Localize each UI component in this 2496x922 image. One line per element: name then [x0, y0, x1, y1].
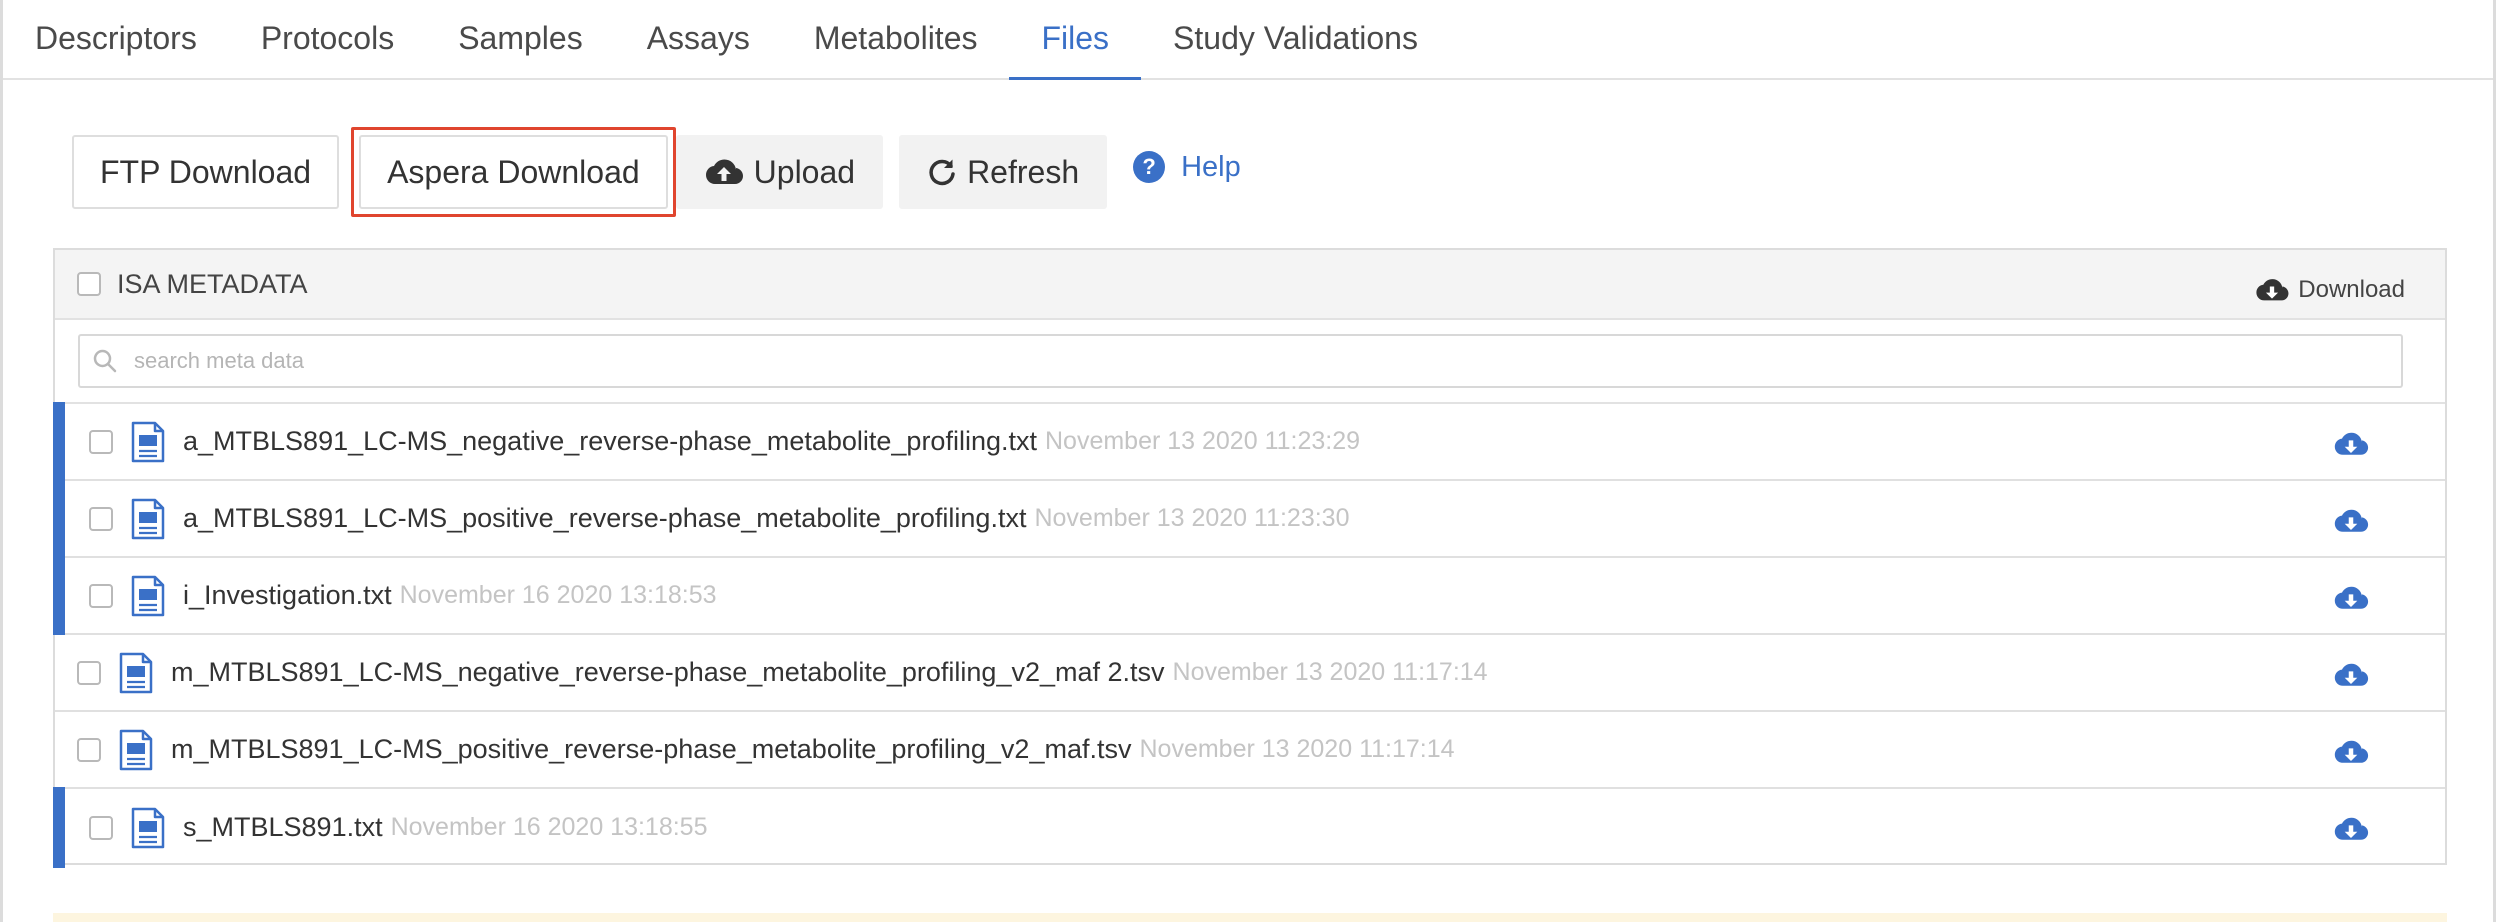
file-date: November 13 2020 11:17:14: [1139, 735, 1455, 763]
tab-samples[interactable]: Samples: [426, 0, 615, 78]
file-checkbox[interactable]: [89, 815, 113, 840]
search-meta-data-input[interactable]: [132, 347, 2211, 375]
file-date: November 13 2020 11:23:29: [1044, 427, 1361, 455]
file-date: November 16 2020 13:18:55: [390, 813, 708, 841]
upload-label: Upload: [753, 153, 856, 190]
search-row: [55, 320, 2445, 404]
file-name[interactable]: m_MTBLS891_LC-MS_negative_reverse-phase_…: [171, 657, 1165, 688]
cloud-upload-icon: [704, 157, 744, 187]
tab-assays[interactable]: Assays: [615, 0, 782, 78]
document-icon: [131, 807, 165, 849]
file-row[interactable]: m_MTBLS891_LC-MS_negative_reverse-phase_…: [55, 635, 2445, 712]
tab-metabolites[interactable]: Metabolites: [782, 0, 1010, 78]
cloud-download-icon: [2256, 279, 2289, 301]
ftp-download-button[interactable]: FTP Download: [72, 135, 340, 209]
notice-bar: [53, 913, 2447, 922]
file-name[interactable]: s_MTBLS891.txt: [183, 812, 383, 843]
download-all-label: Download: [2298, 276, 2405, 303]
tab-protocols[interactable]: Protocols: [229, 0, 426, 78]
isa-metadata-panel: ISA METADATA Download search meta data a…: [53, 248, 2447, 868]
aspera-download-button[interactable]: Aspera Download: [359, 135, 668, 209]
file-date: November 13 2020 11:17:14: [1172, 658, 1488, 686]
document-icon: [131, 575, 165, 617]
aspera-download-label: Aspera Download: [387, 153, 640, 190]
document-icon: [131, 498, 165, 540]
help-icon: ?: [1133, 151, 1166, 183]
ftp-download-label: FTP Download: [100, 153, 312, 190]
file-row[interactable]: a_MTBLS891_LC-MS_positive_reverse-phase_…: [53, 479, 2445, 558]
tab-label: Metabolites: [813, 19, 978, 56]
study-tabs: Descriptors Protocols Samples Assays Met…: [3, 0, 2493, 80]
tab-label: Study Validations: [1173, 19, 1418, 56]
refresh-icon: [927, 157, 957, 187]
file-checkbox[interactable]: [89, 583, 113, 608]
file-name[interactable]: i_Investigation.txt: [183, 580, 392, 611]
file-checkbox[interactable]: [77, 660, 101, 685]
cloud-download-icon[interactable]: [2333, 584, 2369, 617]
tab-study-validations[interactable]: Study Validations: [1141, 0, 1450, 78]
tab-label: Files: [1041, 19, 1110, 56]
cloud-download-icon[interactable]: [2333, 507, 2369, 540]
cloud-download-icon[interactable]: [2333, 661, 2369, 694]
file-checkbox[interactable]: [89, 429, 113, 454]
file-row[interactable]: i_Investigation.txt November 16 2020 13:…: [53, 556, 2445, 635]
file-checkbox[interactable]: [77, 737, 101, 762]
help-label: Help: [1181, 150, 1241, 183]
file-name[interactable]: a_MTBLS891_LC-MS_positive_reverse-phase_…: [183, 503, 1026, 534]
document-icon: [119, 729, 153, 771]
cloud-download-icon[interactable]: [2333, 430, 2369, 463]
file-date: November 13 2020 11:23:30: [1034, 504, 1350, 532]
panel-header: ISA METADATA Download: [55, 250, 2445, 320]
download-all-button[interactable]: Download: [2254, 276, 2405, 304]
select-all-checkbox[interactable]: [77, 272, 101, 296]
tab-label: Samples: [458, 19, 583, 56]
tab-label: Descriptors: [35, 19, 197, 56]
files-toolbar: FTP Download Aspera Download Upload Refr…: [72, 127, 1241, 217]
search-box: [78, 334, 2403, 388]
refresh-button[interactable]: Refresh: [899, 135, 1108, 209]
file-row[interactable]: a_MTBLS891_LC-MS_negative_reverse-phase_…: [53, 402, 2445, 481]
tab-files[interactable]: Files: [1009, 0, 1141, 80]
file-date: November 16 2020 13:18:53: [399, 581, 717, 609]
tab-label: Protocols: [260, 19, 395, 56]
file-name[interactable]: m_MTBLS891_LC-MS_positive_reverse-phase_…: [171, 734, 1131, 765]
tab-descriptors[interactable]: Descriptors: [3, 0, 229, 78]
search-icon: [93, 349, 117, 373]
document-icon: [131, 421, 165, 463]
tab-label: Assays: [646, 19, 750, 56]
file-name[interactable]: a_MTBLS891_LC-MS_negative_reverse-phase_…: [183, 426, 1037, 457]
refresh-label: Refresh: [967, 153, 1080, 190]
cloud-download-icon[interactable]: [2333, 738, 2369, 771]
file-row[interactable]: s_MTBLS891.txt November 16 2020 13:18:55: [53, 787, 2445, 868]
upload-button[interactable]: Upload: [675, 135, 884, 209]
document-icon: [119, 652, 153, 694]
file-list: a_MTBLS891_LC-MS_negative_reverse-phase_…: [53, 402, 2445, 868]
files-page: Descriptors Protocols Samples Assays Met…: [0, 0, 2496, 922]
aspera-highlight-box: Aspera Download: [351, 127, 676, 217]
help-link[interactable]: ? Help: [1133, 151, 1241, 184]
file-row[interactable]: m_MTBLS891_LC-MS_positive_reverse-phase_…: [55, 712, 2445, 789]
panel-title: ISA METADATA: [117, 268, 308, 299]
file-checkbox[interactable]: [89, 506, 113, 531]
cloud-download-icon[interactable]: [2333, 815, 2369, 848]
